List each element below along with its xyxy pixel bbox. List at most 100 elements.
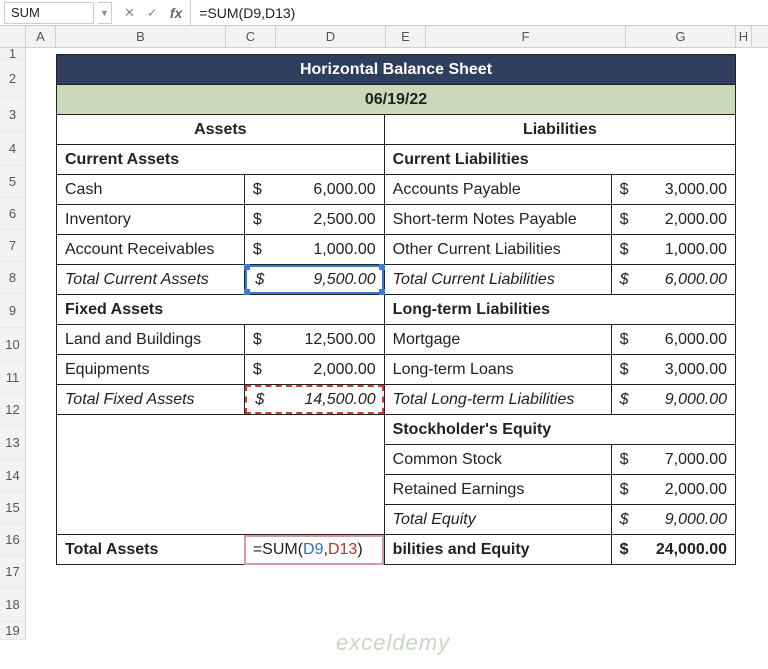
row-17[interactable]: 17 bbox=[0, 556, 26, 588]
col-g[interactable]: G bbox=[626, 26, 736, 47]
cell-label[interactable]: Accounts Payable bbox=[384, 175, 611, 205]
row-2[interactable]: 2 bbox=[0, 60, 26, 98]
row-11[interactable]: 11 bbox=[0, 362, 26, 394]
formula-ref-d9: D9 bbox=[303, 541, 323, 558]
formula-prefix: =SUM( bbox=[253, 541, 303, 558]
col-d[interactable]: D bbox=[276, 26, 386, 47]
cell-ds: $ bbox=[611, 235, 636, 265]
assets-header: Assets bbox=[57, 115, 385, 145]
current-liabilities-header: Current Liabilities bbox=[384, 145, 735, 175]
col-c[interactable]: C bbox=[226, 26, 276, 47]
cell-amount[interactable]: 3,000.00 bbox=[637, 175, 736, 205]
cell-amount[interactable]: 12,500.00 bbox=[270, 325, 384, 355]
row-18[interactable]: 18 bbox=[0, 588, 26, 622]
row-headers: 1 2 3 4 5 6 7 8 9 10 11 12 13 14 15 16 1… bbox=[0, 48, 26, 640]
name-box[interactable]: SUM bbox=[4, 2, 94, 24]
formula-bar: SUM ▼ ✕ ✓ fx =SUM(D9,D13) bbox=[0, 0, 768, 26]
cell-label[interactable]: Cash bbox=[57, 175, 245, 205]
cell-ds: $ bbox=[611, 385, 636, 415]
row-3[interactable]: 3 bbox=[0, 98, 26, 132]
row-12[interactable]: 12 bbox=[0, 394, 26, 426]
cell-label[interactable]: Mortgage bbox=[384, 325, 611, 355]
cell-d9[interactable]: $ 9,500.00 bbox=[244, 265, 384, 295]
row-10[interactable]: 10 bbox=[0, 328, 26, 362]
total-current-assets-label: Total Current Assets bbox=[57, 265, 245, 295]
cell-label[interactable]: Account Receivables bbox=[57, 235, 245, 265]
cell-ds: $ bbox=[245, 391, 275, 409]
cell-amount[interactable]: 9,000.00 bbox=[637, 505, 736, 535]
cell-label[interactable]: Equipments bbox=[57, 355, 245, 385]
column-headers: A B C D E F G H bbox=[0, 26, 768, 48]
formula-ref-d13: D13 bbox=[328, 541, 357, 558]
cell-amount[interactable]: 2,500.00 bbox=[270, 205, 384, 235]
cell-label[interactable]: Short-term Notes Payable bbox=[384, 205, 611, 235]
cell-d13[interactable]: $ 14,500.00 bbox=[244, 385, 384, 415]
total-longterm-label: Total Long-term Liabilities bbox=[384, 385, 611, 415]
total-current-liab-label: Total Current Liabilities bbox=[384, 265, 611, 295]
cell-ds: $ bbox=[245, 271, 275, 289]
row-19[interactable]: 19 bbox=[0, 622, 26, 640]
col-e[interactable]: E bbox=[386, 26, 426, 47]
row-8[interactable]: 8 bbox=[0, 262, 26, 294]
select-all-corner[interactable] bbox=[0, 26, 26, 47]
empty-block bbox=[57, 415, 385, 535]
balance-sheet-table: Horizontal Balance Sheet 06/19/22 Assets… bbox=[56, 54, 736, 565]
total-equity-label: Total Equity bbox=[384, 505, 611, 535]
cell-d18-editing[interactable]: =SUM(D9,D13) bbox=[244, 535, 384, 565]
cell-ds: $ bbox=[244, 325, 269, 355]
cell-ds: $ bbox=[611, 205, 636, 235]
cell-ds: $ bbox=[611, 355, 636, 385]
name-box-dropdown[interactable]: ▼ bbox=[98, 2, 112, 24]
cell-amount[interactable]: 2,000.00 bbox=[270, 355, 384, 385]
cell-amount[interactable]: 1,000.00 bbox=[270, 235, 384, 265]
cell-amount[interactable]: 6,000.00 bbox=[637, 265, 736, 295]
fx-icon[interactable]: fx bbox=[170, 5, 190, 21]
cell-ds: $ bbox=[611, 535, 636, 565]
row-13[interactable]: 13 bbox=[0, 426, 26, 460]
col-f[interactable]: F bbox=[426, 26, 626, 47]
cell-ds: $ bbox=[611, 445, 636, 475]
cell-amount[interactable]: 9,000.00 bbox=[637, 385, 736, 415]
cell-ds: $ bbox=[611, 265, 636, 295]
worksheet[interactable]: Horizontal Balance Sheet 06/19/22 Assets… bbox=[26, 48, 768, 640]
cell-amount[interactable]: 7,000.00 bbox=[637, 445, 736, 475]
cell-amount[interactable]: 6,000.00 bbox=[270, 175, 384, 205]
cell-ds: $ bbox=[244, 205, 269, 235]
cell-amount[interactable]: 1,000.00 bbox=[637, 235, 736, 265]
confirm-icon[interactable]: ✓ bbox=[147, 5, 158, 21]
cell-label[interactable]: Other Current Liabilities bbox=[384, 235, 611, 265]
cell-amount[interactable]: 2,000.00 bbox=[637, 205, 736, 235]
total-fixed-assets-label: Total Fixed Assets bbox=[57, 385, 245, 415]
cell-amount[interactable]: 6,000.00 bbox=[637, 325, 736, 355]
row-5[interactable]: 5 bbox=[0, 166, 26, 198]
cell-amount[interactable]: 3,000.00 bbox=[637, 355, 736, 385]
cell-label[interactable]: Common Stock bbox=[384, 445, 611, 475]
row-9[interactable]: 9 bbox=[0, 294, 26, 328]
total-liab-equity-label: bilities and Equity bbox=[384, 535, 611, 565]
watermark: exceldemy bbox=[336, 630, 450, 656]
cell-label[interactable]: Retained Earnings bbox=[384, 475, 611, 505]
row-1[interactable]: 1 bbox=[0, 48, 26, 60]
col-h[interactable]: H bbox=[736, 26, 752, 47]
cancel-icon[interactable]: ✕ bbox=[124, 5, 135, 21]
cell-ds: $ bbox=[244, 175, 269, 205]
total-assets-label: Total Assets bbox=[57, 535, 245, 565]
row-6[interactable]: 6 bbox=[0, 198, 26, 230]
row-4[interactable]: 4 bbox=[0, 132, 26, 166]
cell-label[interactable]: Land and Buildings bbox=[57, 325, 245, 355]
formula-input[interactable]: =SUM(D9,D13) bbox=[190, 0, 768, 25]
sheet-date: 06/19/22 bbox=[57, 85, 736, 115]
cell-amount[interactable]: 24,000.00 bbox=[637, 535, 736, 565]
sheet-title: Horizontal Balance Sheet bbox=[57, 55, 736, 85]
row-16[interactable]: 16 bbox=[0, 524, 26, 556]
col-b[interactable]: B bbox=[56, 26, 226, 47]
col-a[interactable]: A bbox=[26, 26, 56, 47]
row-14[interactable]: 14 bbox=[0, 460, 26, 492]
row-7[interactable]: 7 bbox=[0, 230, 26, 262]
cell-label[interactable]: Inventory bbox=[57, 205, 245, 235]
cell-ds: $ bbox=[611, 325, 636, 355]
cell-amount[interactable]: 2,000.00 bbox=[637, 475, 736, 505]
row-15[interactable]: 15 bbox=[0, 492, 26, 524]
cell-amount: 9,500.00 bbox=[275, 271, 384, 289]
cell-label[interactable]: Long-term Loans bbox=[384, 355, 611, 385]
